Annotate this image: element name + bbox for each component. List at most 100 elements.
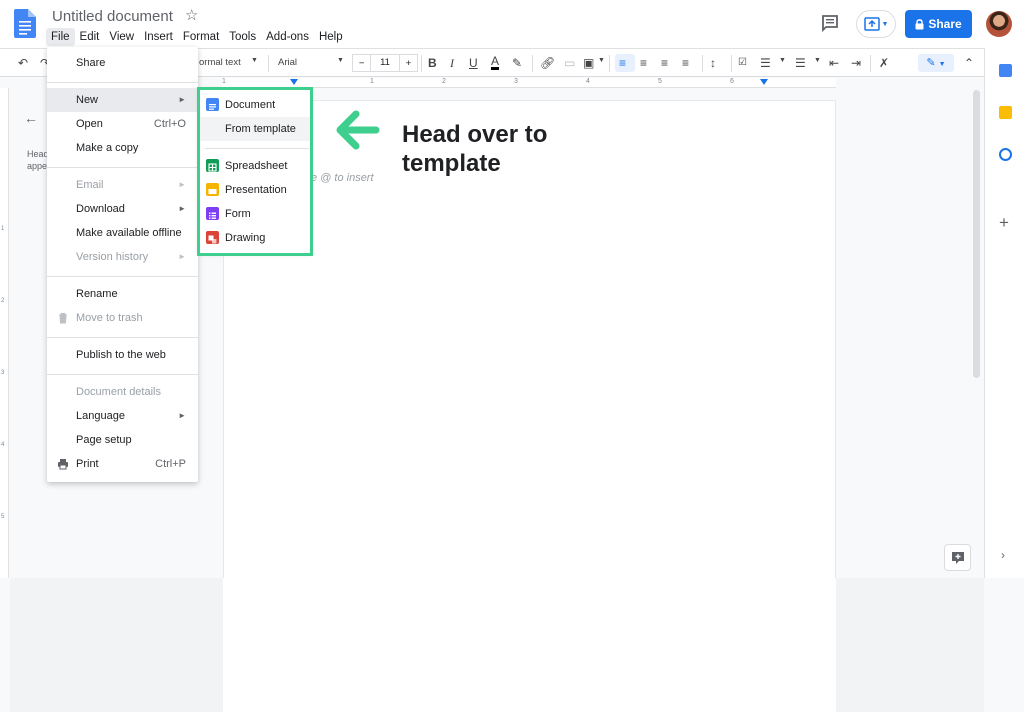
menu-item-label: Make available offline [76, 227, 182, 239]
right-indent-marker[interactable] [760, 79, 768, 85]
bulleted-list-icon[interactable]: ☰ [760, 55, 771, 71]
menu-file[interactable]: File [46, 28, 75, 46]
ruler-number: 2 [1, 298, 5, 304]
underline-icon[interactable]: U [469, 55, 478, 71]
arrow-left-icon[interactable]: ← [24, 110, 38, 126]
insert-image-icon[interactable]: ▣ [583, 55, 594, 71]
menu-item-label: Language [76, 410, 125, 422]
upload-icon [863, 17, 880, 31]
submenu-arrow-icon: ► [178, 180, 186, 189]
file-menu-new[interactable]: New ► [47, 88, 198, 112]
divider [702, 55, 703, 72]
side-panel: + › [984, 48, 1024, 578]
menu-tools[interactable]: Tools [224, 28, 261, 46]
bold-icon[interactable]: B [428, 55, 437, 71]
file-menu-publish[interactable]: Publish to the web [47, 343, 198, 367]
checklist-icon[interactable]: ☑ [738, 55, 747, 71]
menu-edit[interactable]: Edit [75, 28, 105, 46]
undo-icon[interactable]: ↶ [18, 55, 28, 71]
hide-menus-icon[interactable]: ⌃ [964, 55, 974, 71]
plus-icon[interactable]: + [999, 213, 1009, 233]
file-menu-version-history[interactable]: Version history ► [47, 245, 198, 269]
vertical-scrollbar[interactable] [973, 90, 980, 378]
google-docs-logo-icon[interactable] [14, 9, 36, 38]
numbered-list-icon[interactable]: ☰ [795, 55, 806, 71]
file-menu-make-copy[interactable]: Make a copy [47, 136, 198, 160]
chevron-down-icon: ▼ [598, 57, 605, 64]
file-menu-share[interactable]: Share [47, 51, 198, 75]
file-menu-offline[interactable]: Make available offline [47, 221, 198, 245]
file-menu-rename[interactable]: Rename [47, 282, 198, 306]
file-menu-move-to-trash[interactable]: Move to trash [47, 306, 198, 330]
file-menu-document-details[interactable]: Document details [47, 380, 198, 404]
decrease-indent-icon[interactable]: ⇤ [829, 55, 839, 71]
increase-indent-icon[interactable]: ⇥ [851, 55, 861, 71]
menu-insert[interactable]: Insert [139, 28, 178, 46]
file-menu-print[interactable]: Print Ctrl+P [47, 452, 198, 476]
divider [870, 55, 871, 72]
arrow-left-annotation-icon [336, 110, 380, 150]
justify-icon[interactable]: ≡ [682, 55, 689, 71]
divider [47, 276, 198, 277]
keep-icon[interactable] [999, 106, 1012, 119]
calendar-icon[interactable] [999, 64, 1012, 77]
italic-icon[interactable]: I [450, 55, 454, 71]
decrease-font-size-button[interactable]: − [353, 58, 370, 69]
chevron-down-icon: ▼ [779, 57, 786, 64]
font-size-input[interactable]: 11 [370, 55, 400, 71]
document-page-continued[interactable] [223, 578, 836, 712]
menu-help[interactable]: Help [314, 28, 348, 46]
file-menu-email[interactable]: Email ► [47, 173, 198, 197]
line-spacing-icon[interactable]: ↕ [710, 55, 716, 71]
menu-view[interactable]: View [104, 28, 139, 46]
chevron-down-icon: ▼ [337, 57, 344, 64]
vertical-ruler: 1 2 3 4 5 [0, 88, 9, 578]
menu-item-label: Rename [76, 288, 118, 300]
text-color-icon[interactable]: A [491, 55, 500, 70]
menu-item-label: Version history [76, 251, 149, 263]
move-to-drive-button[interactable]: ▼ [856, 10, 896, 38]
align-center-icon[interactable]: ≡ [640, 55, 647, 71]
file-menu-open[interactable]: Open Ctrl+O [47, 112, 198, 136]
submenu-arrow-icon: ► [178, 252, 186, 261]
align-left-icon[interactable]: ≡ [619, 55, 626, 71]
left-indent-marker[interactable] [290, 79, 298, 85]
chevron-down-icon: ▼ [881, 20, 889, 28]
style-select[interactable]: ormal text [199, 57, 241, 68]
highlight-color-icon[interactable]: ✎ [512, 55, 522, 71]
avatar[interactable] [986, 11, 1012, 37]
divider [421, 55, 422, 72]
clear-formatting-icon[interactable]: ✗ [879, 55, 889, 71]
submenu-arrow-icon: ► [178, 204, 186, 213]
menu-item-label: Move to trash [76, 312, 143, 324]
submenu-arrow-icon: ► [178, 411, 186, 420]
increase-font-size-button[interactable]: + [400, 58, 417, 69]
file-menu-page-setup[interactable]: Page setup [47, 428, 198, 452]
explore-button[interactable] [944, 544, 971, 571]
file-menu-download[interactable]: Download ► [47, 197, 198, 221]
menu-item-label: Document details [76, 386, 161, 398]
ruler-number: 5 [1, 514, 5, 520]
share-button[interactable]: Share [905, 10, 972, 38]
chevron-right-icon[interactable]: › [1001, 548, 1005, 562]
font-select[interactable]: Arial [278, 57, 297, 68]
ruler-number: 3 [1, 370, 5, 376]
document-title[interactable]: Untitled document [52, 8, 173, 25]
divider [47, 167, 198, 168]
align-right-icon[interactable]: ≡ [661, 55, 668, 71]
menu-format[interactable]: Format [178, 28, 224, 46]
comment-history-icon[interactable] [820, 13, 840, 33]
menu-bar: File Edit View Insert Format Tools Add-o… [46, 28, 348, 46]
menu-item-label: Email [76, 179, 104, 191]
add-comment-icon[interactable]: ▭ [564, 55, 575, 71]
menu-add-ons[interactable]: Add-ons [261, 28, 314, 46]
star-icon[interactable]: ☆ [185, 6, 198, 24]
link-icon[interactable]: 🔗︎ [540, 55, 555, 71]
ruler-number: 1 [222, 78, 226, 85]
tasks-icon[interactable] [999, 148, 1012, 161]
editing-mode-button[interactable]: ✎ ▼ [918, 54, 954, 72]
ruler-number: 2 [442, 78, 446, 85]
file-menu-language[interactable]: Language ► [47, 404, 198, 428]
highlight-frame [197, 87, 313, 256]
menu-item-label: Publish to the web [76, 349, 166, 361]
